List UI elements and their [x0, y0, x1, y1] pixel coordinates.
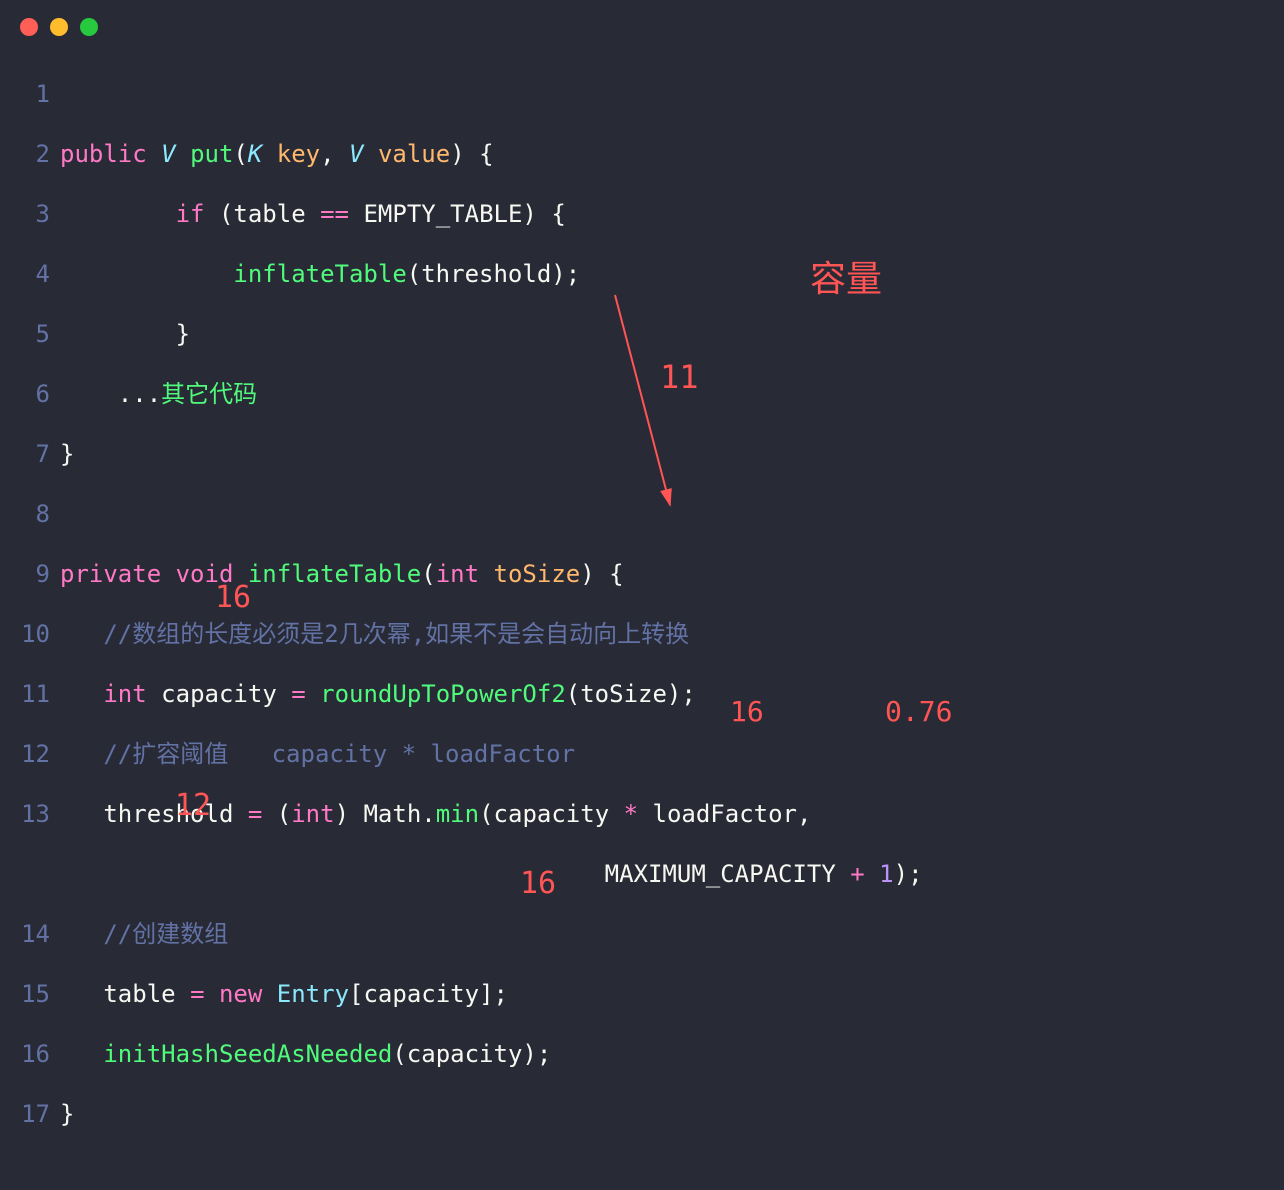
line-number: 4	[0, 244, 60, 304]
code-content: }	[60, 1084, 74, 1144]
code-content: //扩容阈值 capacity * loadFactor	[60, 724, 575, 784]
code-content: if (table == EMPTY_TABLE) {	[60, 184, 566, 244]
line-number: 8	[0, 484, 60, 544]
line-number: 1	[0, 64, 60, 124]
code-line: 4 inflateTable(threshold);	[0, 244, 1284, 304]
code-line: 11 int capacity = roundUpToPowerOf2(toSi…	[0, 664, 1284, 724]
minimize-icon[interactable]	[50, 18, 68, 36]
code-line: 16 initHashSeedAsNeeded(capacity);	[0, 1024, 1284, 1084]
line-number: 14	[0, 904, 60, 964]
code-content: table = new Entry[capacity];	[60, 964, 508, 1024]
code-content: initHashSeedAsNeeded(capacity);	[60, 1024, 551, 1084]
code-line: MAXIMUM_CAPACITY + 1);	[0, 844, 1284, 904]
code-line: 8	[0, 484, 1284, 544]
code-line: 1	[0, 64, 1284, 124]
code-line: 17 }	[0, 1084, 1284, 1144]
line-number: 17	[0, 1084, 60, 1144]
line-number: 15	[0, 964, 60, 1024]
annotation-sixteen-3: 16	[520, 866, 556, 901]
maximize-icon[interactable]	[80, 18, 98, 36]
line-number: 16	[0, 1024, 60, 1084]
code-line: 2 public V put(K key, V value) {	[0, 124, 1284, 184]
annotation-twelve: 12	[175, 788, 211, 823]
code-line: 15 table = new Entry[capacity];	[0, 964, 1284, 1024]
window-controls	[0, 0, 1284, 54]
annotation-capacity: 容量	[810, 250, 882, 302]
annotation-sixteen-1: 16	[215, 580, 251, 615]
line-number: 3	[0, 184, 60, 244]
line-number: 10	[0, 604, 60, 664]
line-number: 12	[0, 724, 60, 784]
code-content: }	[60, 424, 74, 484]
code-content: public V put(K key, V value) {	[60, 124, 494, 184]
line-number: 6	[0, 364, 60, 424]
annotation-076: 0.76	[885, 695, 952, 728]
code-content: int capacity = roundUpToPowerOf2(toSize)…	[60, 664, 696, 724]
code-content: ...其它代码	[60, 364, 257, 424]
code-content: MAXIMUM_CAPACITY + 1);	[70, 844, 923, 904]
close-icon[interactable]	[20, 18, 38, 36]
code-line: 3 if (table == EMPTY_TABLE) {	[0, 184, 1284, 244]
code-line: 9 private void inflateTable(int toSize) …	[0, 544, 1284, 604]
line-number: 13	[0, 784, 60, 844]
code-line: 10 //数组的长度必须是2几次幂,如果不是会自动向上转换	[0, 604, 1284, 664]
code-content: threshold = (int) Math.min(capacity * lo…	[60, 784, 811, 844]
line-number: 7	[0, 424, 60, 484]
line-number: 5	[0, 304, 60, 364]
annotation-sixteen-2: 16	[730, 695, 764, 728]
code-content: //创建数组	[60, 904, 228, 964]
line-number: 2	[0, 124, 60, 184]
code-line: 14 //创建数组	[0, 904, 1284, 964]
code-line: 12 //扩容阈值 capacity * loadFactor	[0, 724, 1284, 784]
code-content: private void inflateTable(int toSize) {	[60, 544, 624, 604]
code-editor[interactable]: 1 2 public V put(K key, V value) { 3 if …	[0, 54, 1284, 1154]
code-line: 5 }	[0, 304, 1284, 364]
code-content: inflateTable(threshold);	[60, 244, 580, 304]
annotation-eleven: 11	[660, 358, 699, 396]
code-content: //数组的长度必须是2几次幂,如果不是会自动向上转换	[60, 604, 689, 664]
line-number: 9	[0, 544, 60, 604]
code-line: 6 ...其它代码	[0, 364, 1284, 424]
code-content: }	[60, 304, 190, 364]
code-line: 7 }	[0, 424, 1284, 484]
line-number: 11	[0, 664, 60, 724]
